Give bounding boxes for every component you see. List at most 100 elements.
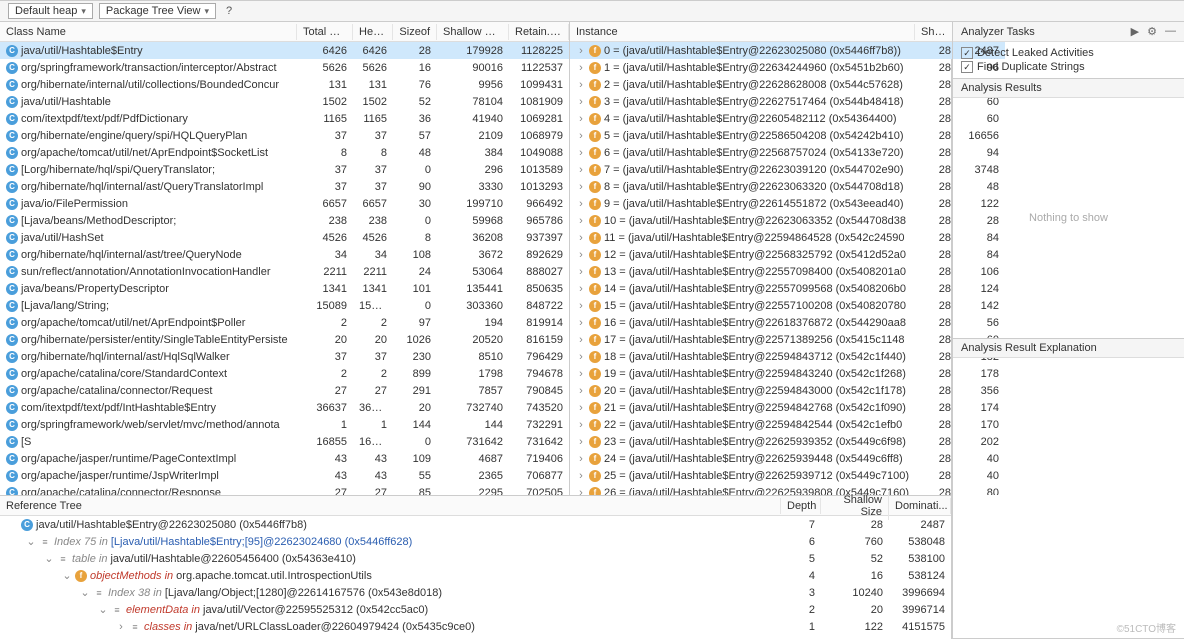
expand-icon[interactable]: › (576, 249, 586, 261)
ref-tree-row[interactable]: ⌄≡Index 38 in [Ljava/lang/Object;[1280]@… (0, 584, 951, 601)
table-row[interactable]: Ccom/itextpdf/text/pdf/PdfDictionary1165… (0, 110, 569, 127)
table-row[interactable]: ›f20 = (java/util/Hashtable$Entry@225948… (570, 382, 1005, 399)
table-row[interactable]: ›f11 = (java/util/Hashtable$Entry@225948… (570, 229, 1005, 246)
table-row[interactable]: Csun/reflect/annotation/AnnotationInvoca… (0, 263, 569, 280)
table-row[interactable]: ›f15 = (java/util/Hashtable$Entry@225571… (570, 297, 1005, 314)
expand-icon[interactable]: › (116, 621, 126, 633)
table-row[interactable]: ›f8 = (java/util/Hashtable$Entry@2262306… (570, 178, 1005, 195)
expand-icon[interactable]: › (576, 147, 586, 159)
expand-icon[interactable]: › (576, 62, 586, 74)
table-row[interactable]: ›f18 = (java/util/Hashtable$Entry@225948… (570, 348, 1005, 365)
table-row[interactable]: C[Lorg/hibernate/hql/spi/QueryTranslator… (0, 161, 569, 178)
table-row[interactable]: Corg/springframework/web/servlet/mvc/met… (0, 416, 569, 433)
col-total-count[interactable]: Total Count (297, 24, 353, 40)
expand-icon[interactable]: › (576, 419, 586, 431)
expand-icon[interactable]: › (576, 283, 586, 295)
col-class-name[interactable]: Class Name (0, 24, 297, 40)
table-row[interactable]: ›f26 = (java/util/Hashtable$Entry@226259… (570, 484, 1005, 495)
ref-tree-row[interactable]: ›≡classes in java/net/URLClassLoader@226… (0, 618, 951, 635)
expand-icon[interactable]: › (576, 334, 586, 346)
expand-icon[interactable]: ⌄ (80, 586, 90, 599)
table-row[interactable]: ›f24 = (java/util/Hashtable$Entry@226259… (570, 450, 1005, 467)
gear-icon[interactable]: ⚙ (1147, 25, 1157, 38)
expand-icon[interactable]: ⌄ (26, 535, 36, 548)
expand-icon[interactable]: › (576, 453, 586, 465)
table-row[interactable]: Corg/hibernate/engine/query/spi/HQLQuery… (0, 127, 569, 144)
table-row[interactable]: ›f13 = (java/util/Hashtable$Entry@225570… (570, 263, 1005, 280)
expand-icon[interactable]: › (576, 79, 586, 91)
expand-icon[interactable]: ⌄ (44, 552, 54, 565)
expand-icon[interactable]: › (576, 181, 586, 193)
expand-icon[interactable]: › (576, 436, 586, 448)
table-row[interactable]: ›f9 = (java/util/Hashtable$Entry@2261455… (570, 195, 1005, 212)
expand-icon[interactable]: ⌄ (98, 603, 108, 616)
expand-icon[interactable]: › (576, 198, 586, 210)
table-row[interactable]: Corg/apache/tomcat/util/net/AprEndpoint$… (0, 314, 569, 331)
expand-icon[interactable]: › (576, 368, 586, 380)
ref-tree-row[interactable]: ⌄≡table in java/util/Hashtable@226054564… (0, 550, 951, 567)
expand-icon[interactable]: › (576, 130, 586, 142)
table-row[interactable]: ›f12 = (java/util/Hashtable$Entry@225683… (570, 246, 1005, 263)
table-row[interactable]: Corg/apache/catalina/connector/Request27… (0, 382, 569, 399)
ref-tree-row[interactable]: Cjava/util/Hashtable$Entry@22623025080 (… (0, 516, 951, 533)
expand-icon[interactable]: › (576, 317, 586, 329)
expand-icon[interactable]: › (576, 232, 586, 244)
checkbox-checked-icon[interactable]: ✓ (961, 47, 973, 59)
ref-tree-row[interactable]: ⌄fobjectMethods in org.apache.tomcat.uti… (0, 567, 951, 584)
expand-icon[interactable]: › (576, 215, 586, 227)
ref-tree-row[interactable]: ⌄≡elementData in java/util/Vector@225955… (0, 601, 951, 618)
table-row[interactable]: C[Ljava/beans/MethodDescriptor;238238059… (0, 212, 569, 229)
table-row[interactable]: Cjava/beans/PropertyDescriptor1341134110… (0, 280, 569, 297)
table-row[interactable]: ›f0 = (java/util/Hashtable$Entry@2262302… (570, 42, 1005, 59)
col-instance[interactable]: Instance (570, 24, 915, 40)
table-row[interactable]: Corg/hibernate/persister/entity/SingleTa… (0, 331, 569, 348)
table-row[interactable]: C[Ljava/lang/String;15089150890303360848… (0, 297, 569, 314)
col-ref-dom[interactable]: Dominati... (889, 498, 951, 514)
table-row[interactable]: Corg/apache/jasper/runtime/JspWriterImpl… (0, 467, 569, 484)
col-inst-shallow[interactable]: Shallo... (915, 24, 957, 40)
table-row[interactable]: ›f1 = (java/util/Hashtable$Entry@2263424… (570, 59, 1005, 76)
expand-icon[interactable]: › (576, 45, 586, 57)
table-row[interactable]: ›f22 = (java/util/Hashtable$Entry@225948… (570, 416, 1005, 433)
table-row[interactable]: Corg/apache/catalina/core/StandardContex… (0, 365, 569, 382)
table-row[interactable]: ›f14 = (java/util/Hashtable$Entry@225570… (570, 280, 1005, 297)
col-shallow[interactable]: Shallow Size (437, 24, 509, 40)
table-row[interactable]: Corg/hibernate/internal/util/collections… (0, 76, 569, 93)
table-row[interactable]: Corg/hibernate/hql/internal/ast/tree/Que… (0, 246, 569, 263)
expand-icon[interactable]: › (576, 164, 586, 176)
table-row[interactable]: Cjava/util/HashSet45264526836208937397 (0, 229, 569, 246)
table-row[interactable]: ›f21 = (java/util/Hashtable$Entry@225948… (570, 399, 1005, 416)
col-sizeof[interactable]: Sizeof (393, 24, 437, 40)
table-row[interactable]: ›f23 = (java/util/Hashtable$Entry@226259… (570, 433, 1005, 450)
table-row[interactable]: ›f25 = (java/util/Hashtable$Entry@226259… (570, 467, 1005, 484)
find-duplicate-row[interactable]: ✓ Find Duplicate Strings (961, 60, 1176, 74)
table-row[interactable]: ›f10 = (java/util/Hashtable$Entry@226230… (570, 212, 1005, 229)
col-ref-name[interactable]: Reference Tree (0, 498, 781, 514)
table-row[interactable]: C[S16855168550731642731642 (0, 433, 569, 450)
table-row[interactable]: Corg/apache/jasper/runtime/PageContextIm… (0, 450, 569, 467)
expand-icon[interactable]: › (576, 96, 586, 108)
table-row[interactable]: ›f19 = (java/util/Hashtable$Entry@225948… (570, 365, 1005, 382)
expand-icon[interactable]: › (576, 300, 586, 312)
expand-icon[interactable]: › (576, 470, 586, 482)
help-button[interactable]: ? (222, 5, 236, 17)
table-row[interactable]: Cjava/util/Hashtable15021502527810410819… (0, 93, 569, 110)
class-table-body[interactable]: Cjava/util/Hashtable$Entry64266426281799… (0, 42, 569, 495)
checkbox-checked-icon[interactable]: ✓ (961, 61, 973, 73)
table-row[interactable]: Corg/apache/tomcat/util/net/AprEndpoint$… (0, 144, 569, 161)
table-row[interactable]: Cjava/io/FilePermission66576657301997109… (0, 195, 569, 212)
col-ref-depth[interactable]: Depth (781, 498, 821, 514)
table-row[interactable]: ›f6 = (java/util/Hashtable$Entry@2256875… (570, 144, 1005, 161)
minimize-icon[interactable]: — (1165, 25, 1176, 38)
table-row[interactable]: Corg/springframework/transaction/interce… (0, 59, 569, 76)
table-row[interactable]: ›f3 = (java/util/Hashtable$Entry@2262751… (570, 93, 1005, 110)
ref-tree-row[interactable]: ⌄≡Index 75 in [Ljava/util/Hashtable$Entr… (0, 533, 951, 550)
expand-icon[interactable]: › (576, 487, 586, 496)
view-dropdown[interactable]: Package Tree View ▾ (99, 3, 216, 19)
table-row[interactable]: ›f5 = (java/util/Hashtable$Entry@2258650… (570, 127, 1005, 144)
expand-icon[interactable]: ⌄ (62, 569, 72, 582)
table-row[interactable]: Corg/hibernate/hql/internal/ast/HqlSqlWa… (0, 348, 569, 365)
col-retained[interactable]: Retain... ▼ (509, 24, 569, 40)
ref-tree-body[interactable]: Cjava/util/Hashtable$Entry@22623025080 (… (0, 516, 951, 639)
table-row[interactable]: ›f16 = (java/util/Hashtable$Entry@226183… (570, 314, 1005, 331)
